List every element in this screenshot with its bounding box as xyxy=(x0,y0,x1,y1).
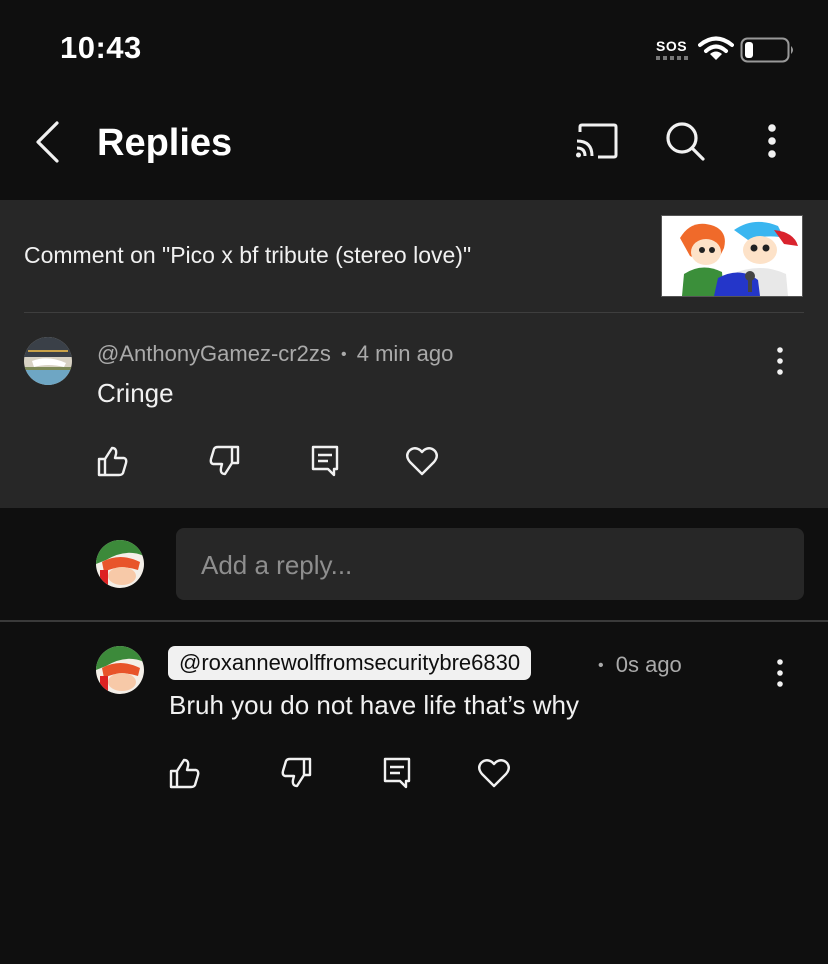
reply-icon[interactable] xyxy=(380,755,414,789)
heart-icon[interactable] xyxy=(477,756,511,790)
parent-comment-panel: Comment on "Pico x bf tribute (stereo lo… xyxy=(0,200,828,508)
reply-text: Bruh you do not have life that’s why xyxy=(169,690,579,720)
sos-indicator: SOS xyxy=(656,38,688,54)
wifi-icon xyxy=(698,36,734,60)
my-avatar[interactable] xyxy=(96,540,144,588)
dislike-icon[interactable] xyxy=(208,444,242,478)
avatar[interactable] xyxy=(24,337,72,385)
video-thumbnail[interactable] xyxy=(661,215,803,297)
divider xyxy=(24,312,804,313)
heart-icon[interactable] xyxy=(405,444,439,478)
cast-icon[interactable] xyxy=(574,122,620,160)
divider xyxy=(0,620,828,622)
reply-meta: • 0s ago xyxy=(598,652,682,678)
signal-dots-icon xyxy=(656,56,688,60)
reply-author-chip[interactable]: @roxannewolffromsecuritybre6830 xyxy=(168,646,532,680)
like-icon[interactable] xyxy=(167,756,201,790)
status-time: 10:43 xyxy=(60,30,142,65)
avatar[interactable] xyxy=(96,646,144,694)
meta-separator: • xyxy=(340,346,347,364)
app-bar: Replies xyxy=(0,100,828,200)
more-icon[interactable] xyxy=(760,122,784,162)
meta-separator: • xyxy=(598,657,604,675)
reply-more-icon[interactable] xyxy=(775,658,785,688)
comment-more-icon[interactable] xyxy=(775,346,785,376)
dislike-icon[interactable] xyxy=(280,756,314,790)
reply-input-placeholder: Add a reply... xyxy=(201,550,353,580)
battery-icon xyxy=(740,37,793,63)
like-icon[interactable] xyxy=(95,444,129,478)
reply-icon[interactable] xyxy=(308,443,342,477)
video-context-label[interactable]: Comment on "Pico x bf tribute (stereo lo… xyxy=(24,242,471,269)
status-bar: 10:43 SOS xyxy=(0,0,828,100)
search-icon[interactable] xyxy=(664,120,706,162)
comment-time: 4 min ago xyxy=(356,341,454,366)
reply-input[interactable]: Add a reply... xyxy=(176,528,804,600)
comment-text: Cringe xyxy=(97,378,174,408)
comment-meta: @AnthonyGamez-cr2zs • 4 min ago xyxy=(97,341,453,367)
comment-author[interactable]: @AnthonyGamez-cr2zs xyxy=(97,341,331,366)
back-icon[interactable] xyxy=(30,120,70,164)
page-title: Replies xyxy=(97,122,233,164)
reply-time: 0s ago xyxy=(615,652,682,677)
